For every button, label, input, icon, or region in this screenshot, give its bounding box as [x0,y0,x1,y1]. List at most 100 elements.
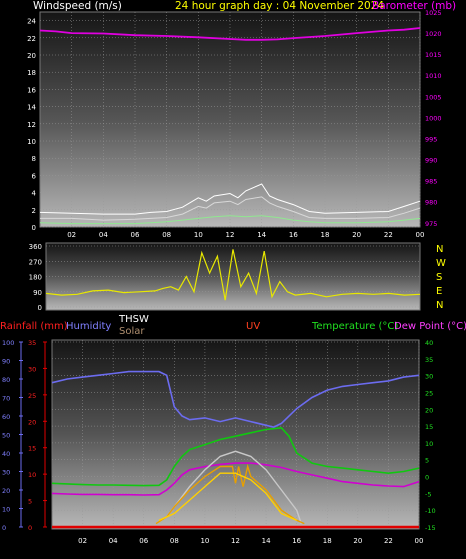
tick-label-barometer: 1020 [425,30,442,38]
tick-label-humidity: 70 [2,395,10,403]
tick-label-hour: 16 [289,231,298,239]
tick-label-humidity: 80 [2,376,10,384]
tick-label-barometer: 980 [425,199,437,207]
tick-label-hour: 00 [415,537,424,545]
tick-label-rainfall: 10 [28,471,36,479]
compass-label: S [436,272,442,283]
tick-label-barometer: 995 [425,135,437,143]
tick-label-hour: 22 [384,231,393,239]
legend-dewpoint: Dew Point (°C) [394,321,466,332]
tick-label-barometer: 1010 [425,72,442,80]
tick-label-temperature: -5 [425,490,431,498]
tick-label-direction: 0 [38,304,42,312]
tick-label-hour: 14 [257,231,266,239]
tick-label-hour: 18 [323,537,332,545]
tick-label-hour: 00 [416,231,425,239]
tick-label-hour: 12 [231,537,240,545]
tick-label-rainfall: 0 [28,524,32,532]
legend-solar: Solar [119,326,145,337]
tick-label-hour: 02 [78,537,87,545]
tick-label-windspeed: 12 [27,121,36,129]
tick-label-rainfall: 20 [28,418,36,426]
tick-label-rainfall: 35 [28,339,36,347]
tick-label-hour: 10 [200,537,209,545]
weather-graph: Windspeed (m/s) 24 hour graph day : 04 N… [0,0,466,545]
compass-label: W [436,258,446,269]
tick-label-windspeed: 16 [27,86,36,94]
weather-graph-page: Windspeed (m/s) 24 hour graph day : 04 N… [0,0,466,555]
tick-label-temperature: 35 [425,356,433,364]
tick-label-rainfall: 15 [28,445,36,453]
tick-label-windspeed: 24 [27,18,36,26]
legend-uv: UV [246,321,260,332]
tick-label-barometer: 1025 [425,9,442,17]
tick-label-rainfall: 5 [28,498,32,506]
tick-label-temperature: 30 [425,373,433,381]
tick-label-barometer: 990 [425,157,437,165]
tick-label-hour: 22 [384,537,393,545]
tick-label-windspeed: 14 [27,104,36,112]
tick-label-hour: 10 [194,231,203,239]
tick-label-hour: 02 [67,231,76,239]
tick-label-hour: 06 [139,537,148,545]
tick-label-rainfall: 25 [28,392,36,400]
legend-thsw: THSW [118,314,149,325]
tick-label-direction: 360 [29,243,42,251]
tick-label-hour: 18 [321,231,330,239]
compass-label: E [436,286,442,297]
tick-label-humidity: 0 [2,524,6,532]
graph-title: 24 hour graph day : 04 November 2024 [175,0,384,12]
tick-label-hour: 04 [109,537,118,545]
tick-label-temperature: 10 [425,440,433,448]
tick-label-direction: 270 [29,258,42,266]
tick-label-windspeed: 8 [32,155,36,163]
legend-rainfall: Rainfall (mm) [0,321,68,332]
tick-label-hour: 08 [170,537,179,545]
tick-label-direction: 90 [33,289,42,297]
tick-label-hour: 20 [353,537,362,545]
tick-label-hour: 08 [162,231,171,239]
tick-label-humidity: 10 [2,506,10,514]
tick-label-windspeed: 2 [32,207,36,215]
tick-label-windspeed: 22 [27,35,36,43]
tick-label-hour: 06 [131,231,140,239]
tick-label-temperature: -15 [425,524,436,532]
tick-label-hour: 04 [99,231,108,239]
tick-label-humidity: 20 [2,487,10,495]
tick-label-windspeed: 20 [27,52,36,60]
tick-label-humidity: 50 [2,432,10,440]
tick-label-humidity: 30 [2,469,10,477]
tick-label-humidity: 90 [2,358,10,366]
tick-label-humidity: 60 [2,413,10,421]
tick-label-humidity: 100 [2,339,14,347]
tick-label-hour: 14 [262,537,271,545]
tick-label-temperature: 25 [425,389,433,397]
windspeed-axis-title: Windspeed (m/s) [33,0,122,12]
tick-label-temperature: 0 [425,474,429,482]
tick-label-humidity: 40 [2,450,10,458]
tick-label-barometer: 985 [425,178,437,186]
tick-label-temperature: 40 [425,339,433,347]
compass-label: N [436,300,443,311]
tick-label-temperature: -10 [425,507,436,515]
tick-label-hour: 12 [226,231,235,239]
tick-label-windspeed: 10 [27,138,36,146]
tick-label-temperature: 5 [425,457,429,465]
compass-label: N [436,244,443,255]
tick-label-temperature: 20 [425,406,433,414]
legend-temperature: Temperature (°C) [311,321,398,332]
tick-label-windspeed: 0 [32,224,36,232]
tick-label-temperature: 15 [425,423,433,431]
tick-label-barometer: 1005 [425,93,442,101]
tick-label-barometer: 975 [425,220,437,228]
tick-label-direction: 180 [29,274,42,282]
tick-label-hour: 20 [352,231,361,239]
barometer-axis-title: Barometer (mb) [372,0,456,12]
tick-label-hour: 16 [292,537,301,545]
tick-label-windspeed: 18 [27,69,36,77]
tick-label-rainfall: 30 [28,365,36,373]
panel-wind-baro [39,11,421,228]
tick-label-windspeed: 6 [32,172,37,180]
tick-label-barometer: 1000 [425,114,442,122]
panel-temp-humidity [51,339,420,530]
